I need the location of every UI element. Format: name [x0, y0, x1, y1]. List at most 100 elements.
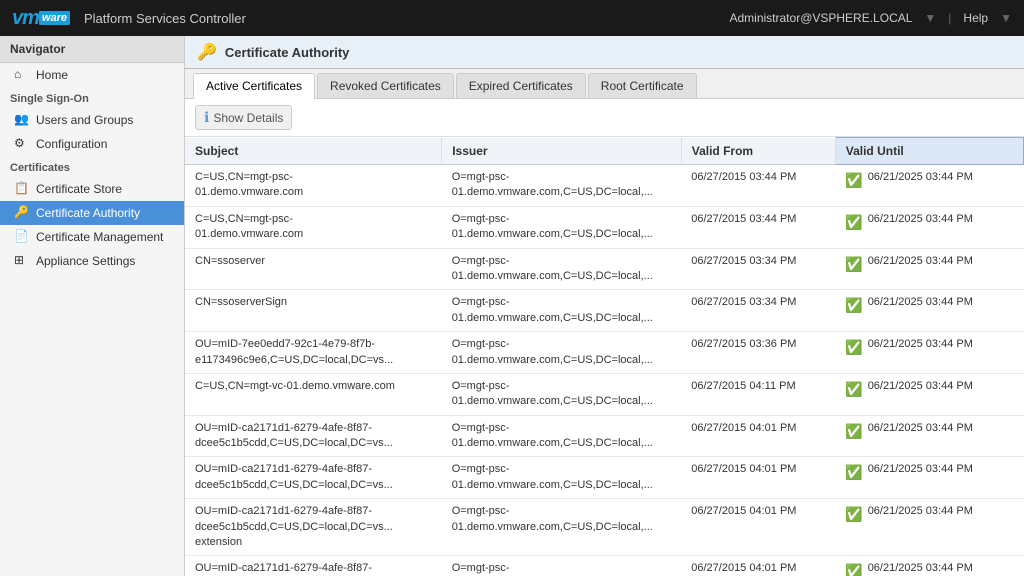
- table-row[interactable]: C=US,CN=mgt-psc-01.demo.vmware.com O=mgt…: [185, 165, 1024, 207]
- cell-valid-from: 06/27/2015 04:11 PM: [681, 373, 835, 415]
- sidebar-item-cert-authority[interactable]: 🔑 Certificate Authority: [0, 201, 184, 225]
- cell-issuer: O=mgt-psc-01.demo.vmware.com,C=US,DC=loc…: [442, 457, 682, 499]
- sidebar-section-sso: Single Sign-On: [0, 87, 184, 108]
- valid-until-value: 06/21/2025 03:44 PM: [868, 561, 973, 576]
- app-title: Platform Services Controller: [84, 11, 246, 26]
- sidebar-item-cert-store-label: Certificate Store: [36, 182, 122, 196]
- sidebar: Navigator ⌂ Home Single Sign-On 👥 Users …: [0, 36, 185, 576]
- valid-check-icon: ✅: [845, 171, 862, 191]
- sidebar-item-home-label: Home: [36, 68, 68, 82]
- content-area: 🔑 Certificate Authority Active Certifica…: [185, 36, 1024, 576]
- sidebar-item-cert-store[interactable]: 📋 Certificate Store: [0, 177, 184, 201]
- col-valid-from: Valid From: [681, 138, 835, 165]
- cell-valid-from: 06/27/2015 03:34 PM: [681, 290, 835, 332]
- cell-valid-until: ✅ 06/21/2025 03:44 PM: [835, 457, 1023, 499]
- sidebar-item-appliance[interactable]: ⊞ Appliance Settings: [0, 249, 184, 273]
- main-layout: Navigator ⌂ Home Single Sign-On 👥 Users …: [0, 36, 1024, 576]
- cell-valid-until: ✅ 06/21/2025 03:44 PM: [835, 556, 1023, 576]
- cell-valid-until: ✅ 06/21/2025 03:44 PM: [835, 415, 1023, 457]
- valid-check-icon: ✅: [845, 213, 862, 233]
- table-row[interactable]: OU=mID-ca2171d1-6279-4afe-8f87-dcee5c1b5…: [185, 556, 1024, 576]
- col-valid-until: Valid Until: [835, 138, 1023, 165]
- sidebar-section-certs: Certificates: [0, 156, 184, 177]
- tab-active-certificates[interactable]: Active Certificates: [193, 73, 315, 99]
- table-header-row: Subject Issuer Valid From Valid Until: [185, 138, 1024, 165]
- cert-store-icon: 📋: [14, 181, 30, 197]
- certificates-table-container[interactable]: Subject Issuer Valid From Valid Until C=…: [185, 137, 1024, 576]
- cell-valid-until: ✅ 06/21/2025 03:44 PM: [835, 248, 1023, 290]
- certificates-table: Subject Issuer Valid From Valid Until C=…: [185, 137, 1024, 576]
- cell-issuer: O=mgt-psc-01.demo.vmware.com,C=US,DC=loc…: [442, 556, 682, 576]
- sidebar-item-cert-auth-label: Certificate Authority: [36, 206, 140, 220]
- config-icon: ⚙: [14, 136, 30, 152]
- appliance-icon: ⊞: [14, 253, 30, 269]
- sidebar-item-users-label: Users and Groups: [36, 113, 133, 127]
- cell-subject: OU=mID-ca2171d1-6279-4afe-8f87-dcee5c1b5…: [185, 457, 442, 499]
- valid-check-icon: ✅: [845, 380, 862, 400]
- cell-issuer: O=mgt-psc-01.demo.vmware.com,C=US,DC=loc…: [442, 332, 682, 374]
- tab-expired-certificates[interactable]: Expired Certificates: [456, 73, 586, 98]
- show-details-button[interactable]: ℹ Show Details: [195, 105, 292, 130]
- table-row[interactable]: OU=mID-7ee0edd7-92c1-4e79-8f7b-e1173496c…: [185, 332, 1024, 374]
- tabs-bar: Active Certificates Revoked Certificates…: [185, 69, 1024, 99]
- vmware-logo: vmware: [12, 7, 70, 30]
- cell-valid-from: 06/27/2015 04:01 PM: [681, 499, 835, 556]
- valid-until-value: 06/21/2025 03:44 PM: [868, 254, 973, 269]
- table-row[interactable]: C=US,CN=mgt-psc-01.demo.vmware.com O=mgt…: [185, 206, 1024, 248]
- cert-auth-header-icon: 🔑: [197, 42, 217, 62]
- topbar-right: Administrator@VSPHERE.LOCAL ▼ | Help ▼: [730, 11, 1013, 25]
- sidebar-item-cert-mgmt-label: Certificate Management: [36, 230, 163, 244]
- table-row[interactable]: OU=mID-ca2171d1-6279-4afe-8f87-dcee5c1b5…: [185, 457, 1024, 499]
- valid-check-icon: ✅: [845, 338, 862, 358]
- cell-subject: CN=ssoserver: [185, 248, 442, 290]
- cell-valid-until: ✅ 06/21/2025 03:44 PM: [835, 499, 1023, 556]
- valid-check-icon: ✅: [845, 505, 862, 525]
- valid-until-value: 06/21/2025 03:44 PM: [868, 504, 973, 519]
- sidebar-item-configuration[interactable]: ⚙ Configuration: [0, 132, 184, 156]
- cell-issuer: O=mgt-psc-01.demo.vmware.com,C=US,DC=loc…: [442, 499, 682, 556]
- cell-valid-from: 06/27/2015 03:34 PM: [681, 248, 835, 290]
- valid-until-value: 06/21/2025 03:44 PM: [868, 295, 973, 310]
- topbar-left: vmware Platform Services Controller: [12, 7, 246, 30]
- sidebar-item-users-groups[interactable]: 👥 Users and Groups: [0, 108, 184, 132]
- valid-until-value: 06/21/2025 03:44 PM: [868, 462, 973, 477]
- cell-issuer: O=mgt-psc-01.demo.vmware.com,C=US,DC=loc…: [442, 373, 682, 415]
- cell-subject: C=US,CN=mgt-psc-01.demo.vmware.com: [185, 165, 442, 207]
- table-row[interactable]: CN=ssoserverSign O=mgt-psc-01.demo.vmwar…: [185, 290, 1024, 332]
- cell-issuer: O=mgt-psc-01.demo.vmware.com,C=US,DC=loc…: [442, 206, 682, 248]
- user-label[interactable]: Administrator@VSPHERE.LOCAL: [730, 11, 913, 25]
- sidebar-item-appliance-label: Appliance Settings: [36, 254, 135, 268]
- sidebar-item-cert-management[interactable]: 📄 Certificate Management: [0, 225, 184, 249]
- cell-valid-from: 06/27/2015 03:36 PM: [681, 332, 835, 374]
- cell-valid-from: 06/27/2015 04:01 PM: [681, 457, 835, 499]
- cell-issuer: O=mgt-psc-01.demo.vmware.com,C=US,DC=loc…: [442, 290, 682, 332]
- table-row[interactable]: C=US,CN=mgt-vc-01.demo.vmware.com O=mgt-…: [185, 373, 1024, 415]
- cell-subject: OU=mID-ca2171d1-6279-4afe-8f87-dcee5c1b5…: [185, 415, 442, 457]
- table-row[interactable]: CN=ssoserver O=mgt-psc-01.demo.vmware.co…: [185, 248, 1024, 290]
- valid-check-icon: ✅: [845, 422, 862, 442]
- cert-mgmt-icon: 📄: [14, 229, 30, 245]
- table-row[interactable]: OU=mID-ca2171d1-6279-4afe-8f87-dcee5c1b5…: [185, 499, 1024, 556]
- help-link[interactable]: Help: [963, 11, 988, 25]
- info-icon: ℹ: [204, 109, 209, 126]
- table-body: C=US,CN=mgt-psc-01.demo.vmware.com O=mgt…: [185, 165, 1024, 576]
- cell-valid-until: ✅ 06/21/2025 03:44 PM: [835, 290, 1023, 332]
- cell-subject: C=US,CN=mgt-vc-01.demo.vmware.com: [185, 373, 442, 415]
- table-row[interactable]: OU=mID-ca2171d1-6279-4afe-8f87-dcee5c1b5…: [185, 415, 1024, 457]
- cell-valid-from: 06/27/2015 03:44 PM: [681, 165, 835, 207]
- cert-auth-icon: 🔑: [14, 205, 30, 221]
- cell-issuer: O=mgt-psc-01.demo.vmware.com,C=US,DC=loc…: [442, 165, 682, 207]
- valid-until-value: 06/21/2025 03:44 PM: [868, 337, 973, 352]
- show-details-label: Show Details: [213, 111, 283, 125]
- valid-check-icon: ✅: [845, 296, 862, 316]
- valid-check-icon: ✅: [845, 562, 862, 576]
- valid-until-value: 06/21/2025 03:44 PM: [868, 421, 973, 436]
- toolbar: ℹ Show Details: [185, 99, 1024, 137]
- tab-root-certificate[interactable]: Root Certificate: [588, 73, 697, 98]
- col-subject: Subject: [185, 138, 442, 165]
- sidebar-item-home[interactable]: ⌂ Home: [0, 63, 184, 87]
- topbar: vmware Platform Services Controller Admi…: [0, 0, 1024, 36]
- cell-subject: OU=mID-ca2171d1-6279-4afe-8f87-dcee5c1b5…: [185, 499, 442, 556]
- sidebar-header: Navigator: [0, 36, 184, 63]
- tab-revoked-certificates[interactable]: Revoked Certificates: [317, 73, 454, 98]
